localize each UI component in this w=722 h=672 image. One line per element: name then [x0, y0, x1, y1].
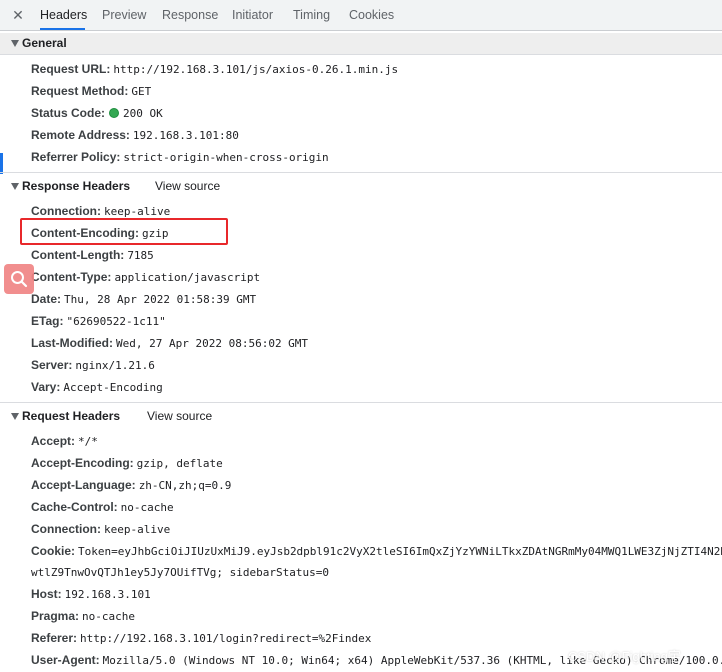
header-value: Token=eyJhbGciOiJIUzUxMiJ9.eyJsb2dpbl91c… — [78, 545, 722, 558]
request-headers-title: Request Headers — [22, 409, 121, 423]
request-headers-section-header[interactable]: Request Headers View source — [0, 406, 722, 428]
header-key: User-Agent: — [31, 653, 100, 667]
request-row-connection: Connection: keep-alive — [31, 520, 170, 538]
tab-preview[interactable]: Preview — [102, 0, 146, 30]
header-key: Accept-Language: — [31, 478, 136, 492]
response-row-date: Date: Thu, 28 Apr 2022 01:58:39 GMT — [31, 290, 256, 308]
triangle-down-icon — [11, 40, 19, 47]
devtools-tab-bar: ✕ Headers Preview Response Initiator Tim… — [0, 0, 722, 31]
header-value: 192.168.3.101 — [64, 588, 151, 601]
status-ok-icon — [109, 108, 120, 118]
tab-timing[interactable]: Timing — [293, 0, 330, 30]
response-row-content-type: Content-Type: application/javascript — [31, 268, 260, 286]
header-key: Pragma: — [31, 609, 80, 623]
header-key: Last-Modified: — [31, 336, 113, 350]
header-key: Content-Length: — [31, 248, 125, 262]
header-value: 7185 — [127, 249, 154, 262]
header-value: http://192.168.3.101/login?redirect=%2Fi… — [80, 632, 372, 645]
tab-response[interactable]: Response — [162, 0, 218, 30]
header-value: gzip, deflate — [136, 457, 223, 470]
header-key: Referer: — [31, 631, 78, 645]
header-value: keep-alive — [104, 205, 171, 218]
header-value: "62690522-1c11" — [66, 315, 166, 328]
header-key: Referrer Policy: — [31, 150, 121, 164]
header-value: keep-alive — [104, 523, 171, 536]
header-key: Connection: — [31, 204, 101, 218]
header-value: no-cache — [82, 610, 136, 623]
header-key: Request URL: — [31, 62, 111, 76]
selection-marker — [0, 153, 3, 174]
response-headers-section-header[interactable]: Response Headers View source — [0, 176, 722, 198]
header-value: Accept-Encoding — [63, 381, 163, 394]
header-value: no-cache — [120, 501, 174, 514]
response-row-last-modified: Last-Modified: Wed, 27 Apr 2022 08:56:02 … — [31, 334, 308, 352]
triangle-down-icon — [11, 413, 19, 420]
request-view-source-link[interactable]: View source — [147, 409, 212, 423]
response-row-server: Server: nginx/1.21.6 — [31, 356, 155, 374]
close-icon[interactable]: ✕ — [10, 6, 26, 24]
request-row-referer: Referer: http://192.168.3.101/login?redir… — [31, 629, 371, 647]
general-row-remote-address: Remote Address: 192.168.3.101:80 — [31, 126, 239, 144]
header-value: Wed, 27 Apr 2022 08:56:02 GMT — [116, 337, 309, 350]
request-row-cookie: Cookie: Token=eyJhbGciOiJIUzUxMiJ9.eyJsb2… — [31, 542, 722, 560]
section-divider — [0, 402, 722, 403]
general-row-request-method: Request Method: GET — [31, 82, 151, 100]
response-headers-title: Response Headers — [22, 179, 131, 193]
cookie-value-continuation: wtlZ9TnwOvQTJh1ey5Jy7OUifTVg; sidebarSta… — [31, 566, 330, 579]
header-value: GET — [131, 85, 152, 98]
search-bubble-button[interactable] — [4, 264, 34, 294]
header-key: Host: — [31, 587, 62, 601]
response-row-content-length: Content-Length: 7185 — [31, 246, 154, 264]
header-key: Cache-Control: — [31, 500, 118, 514]
response-row-etag: ETag: "62690522-1c11" — [31, 312, 166, 330]
request-row-pragma: Pragma: no-cache — [31, 607, 135, 625]
header-key: Connection: — [31, 522, 101, 536]
header-key: Accept: — [31, 434, 76, 448]
response-row-vary: Vary: Accept-Encoding — [31, 378, 163, 396]
request-row-accept-encoding: Accept-Encoding: gzip, deflate — [31, 454, 223, 472]
watermark-text: CSDN @Fighting宇 — [568, 649, 681, 664]
header-key: Date: — [31, 292, 62, 306]
request-row-accept: Accept: */* — [31, 432, 98, 450]
header-value: 192.168.3.101:80 — [132, 129, 239, 142]
general-row-referrer-policy: Referrer Policy: strict-origin-when-cross… — [31, 148, 329, 166]
header-value: Thu, 28 Apr 2022 01:58:39 GMT — [64, 293, 257, 306]
tab-initiator[interactable]: Initiator — [232, 0, 273, 30]
header-key: Content-Type: — [31, 270, 112, 284]
tab-cookies[interactable]: Cookies — [349, 0, 394, 30]
header-key: Accept-Encoding: — [31, 456, 134, 470]
header-key: Vary: — [31, 380, 61, 394]
header-key: ETag: — [31, 314, 64, 328]
general-row-request-url: Request URL: http://192.168.3.101/js/axio… — [31, 60, 398, 78]
header-key: Status Code: — [31, 106, 106, 120]
triangle-down-icon — [11, 183, 19, 190]
header-value: */* — [78, 435, 98, 448]
general-section-title: General — [22, 36, 67, 50]
header-value: strict-origin-when-cross-origin — [123, 151, 329, 164]
request-row-host: Host: 192.168.3.101 — [31, 585, 151, 603]
highlight-box — [20, 218, 228, 245]
tab-headers[interactable]: Headers — [40, 0, 87, 30]
header-value: zh-CN,zh;q=0.9 — [138, 479, 232, 492]
header-value: nginx/1.21.6 — [75, 359, 155, 372]
request-row-cache-control: Cache-Control: no-cache — [31, 498, 174, 516]
header-value: 200 OK — [123, 107, 163, 120]
response-view-source-link[interactable]: View source — [155, 179, 220, 193]
section-divider — [0, 172, 722, 173]
header-value: application/javascript — [114, 271, 261, 284]
general-row-status-code: Status Code: 200 OK — [31, 104, 163, 122]
general-section-header[interactable]: General — [0, 33, 722, 55]
search-icon — [11, 271, 28, 288]
header-key: Server: — [31, 358, 73, 372]
header-value: http://192.168.3.101/js/axios-0.26.1.min… — [113, 63, 399, 76]
header-key: Remote Address: — [31, 128, 130, 142]
header-key: Cookie: — [31, 544, 76, 558]
header-key: Request Method: — [31, 84, 129, 98]
request-row-accept-language: Accept-Language: zh-CN,zh;q=0.9 — [31, 476, 231, 494]
